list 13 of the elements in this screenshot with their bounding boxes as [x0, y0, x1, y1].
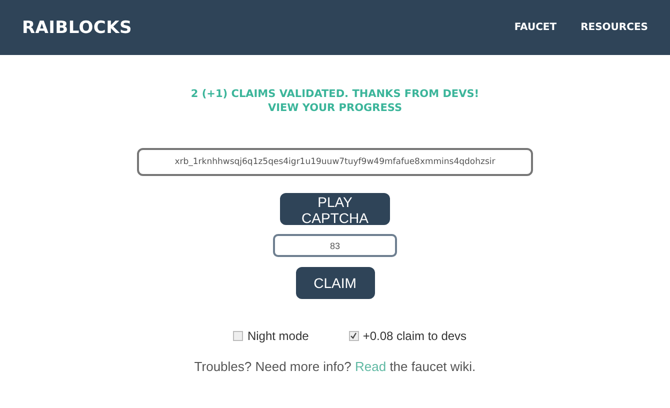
help-text: Troubles? Need more info? Read the faucet wiki.	[194, 359, 476, 374]
nav-link[interactable]: RESOURCES	[580, 22, 648, 33]
brand-logo[interactable]: RAIBLOCKS	[22, 18, 132, 38]
checkbox-label: +0.08 claim to devs	[362, 329, 467, 343]
status-message: 2 (+1) CLAIMS VALIDATED. THANKS FROM DEVS!	[190, 88, 480, 100]
checkbox[interactable]	[233, 331, 244, 341]
checkbox[interactable]	[348, 331, 359, 341]
play-captcha-button[interactable]: PLAY CAPTCHA	[280, 193, 390, 225]
captcha-field[interactable]: 83	[273, 234, 397, 257]
claim-button[interactable]: CLAIM	[296, 267, 374, 299]
checkbox-label: Night mode	[247, 329, 309, 343]
address-field[interactable]: xrb_1rknhhwsqj6q1z5qes4igr1u19uuw7tuyf9w49mfafue8xmmins4qdohzsir	[137, 148, 533, 176]
nav-link[interactable]: FAUCET	[514, 22, 557, 33]
